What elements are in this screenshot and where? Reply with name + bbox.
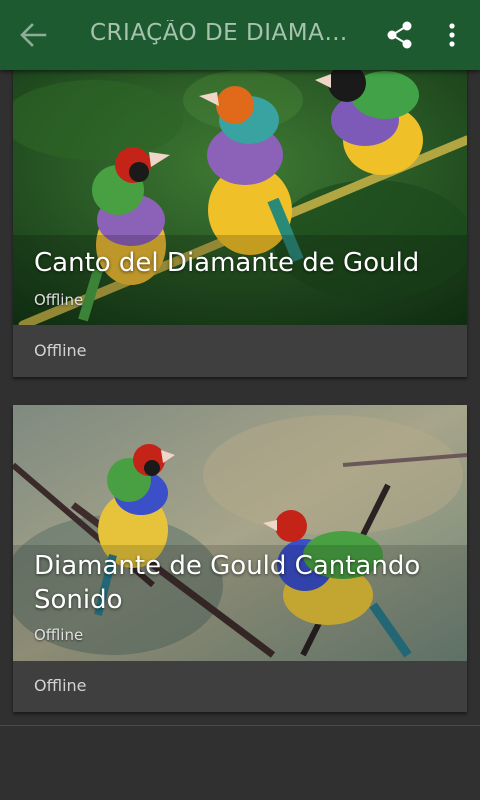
audio-card[interactable]: Canto del Diamante de Gould Offline Offl… <box>13 60 467 377</box>
card-footer-status: Offline <box>34 676 87 695</box>
gouldian-finches-photo <box>13 405 467 661</box>
card-title: Canto del Diamante de Gould <box>34 248 420 278</box>
divider <box>0 725 480 726</box>
card-title: Diamante de Gould Cantando Sonido <box>34 549 420 617</box>
arrow-back-icon[interactable] <box>18 21 48 49</box>
card-subtitle: Offline <box>34 626 84 644</box>
card-image[interactable]: Canto del Diamante de Gould Offline <box>13 60 467 325</box>
card-title-line: Sonido <box>34 585 123 615</box>
gouldian-finches-photo <box>13 60 467 325</box>
audio-card[interactable]: Diamante de Gould Cantando Sonido Offlin… <box>13 405 467 712</box>
share-icon[interactable] <box>386 20 414 50</box>
card-subtitle: Offline <box>34 291 84 309</box>
card-image[interactable]: Diamante de Gould Cantando Sonido Offlin… <box>13 405 467 661</box>
card-title-line: Diamante de Gould Cantando <box>34 551 421 581</box>
card-footer-status: Offline <box>34 341 87 360</box>
app-bar: CRIAÇÃO DE DIAMANTES <box>0 0 480 70</box>
page-title: CRIAÇÃO DE DIAMANTES <box>90 20 365 46</box>
more-vert-icon[interactable] <box>440 20 464 50</box>
